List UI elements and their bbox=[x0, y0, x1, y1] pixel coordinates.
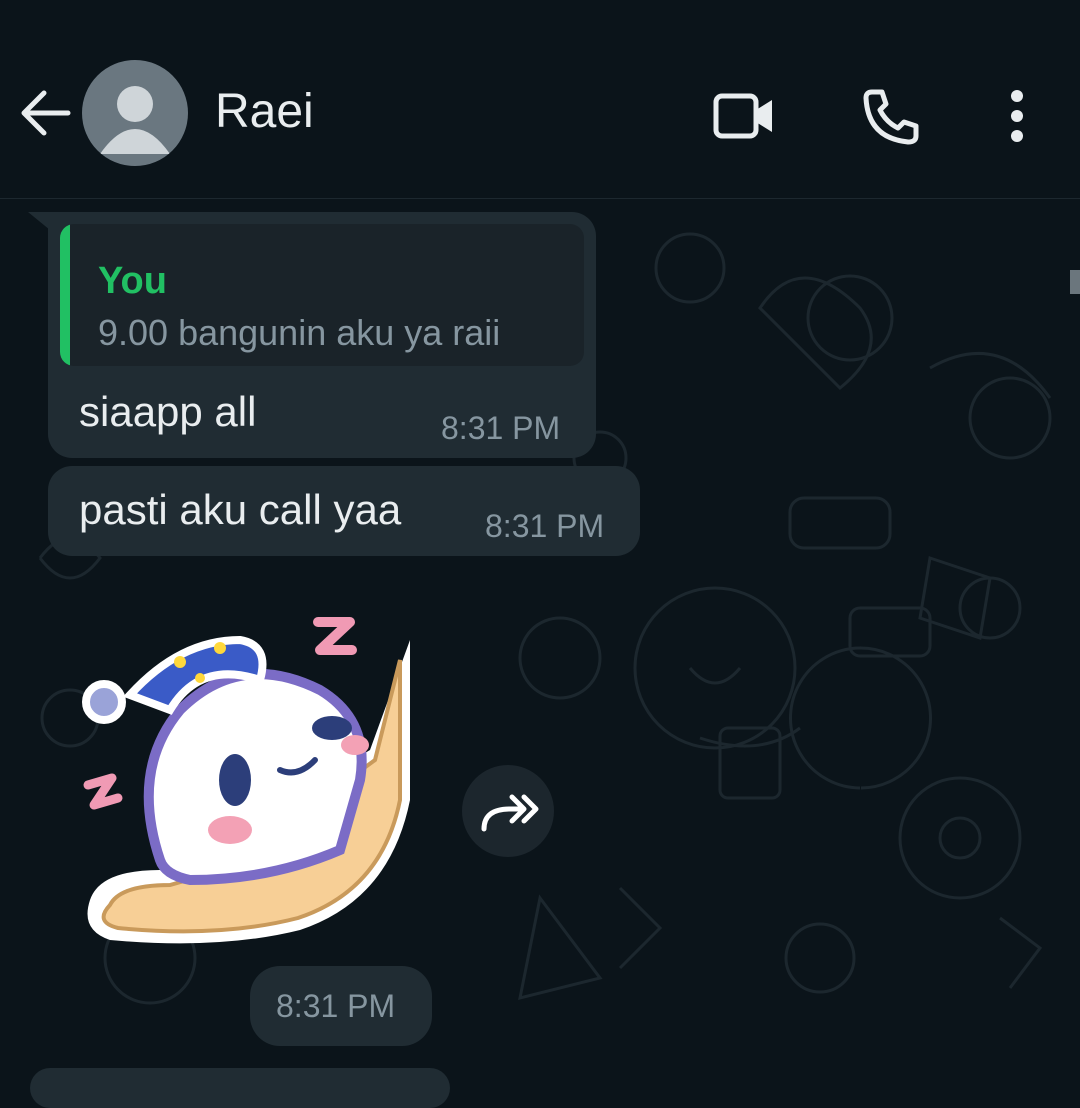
video-call-icon bbox=[713, 93, 772, 139]
quoted-message[interactable]: You 9.00 bangunin aku ya raii bbox=[60, 224, 584, 366]
scrollbar[interactable] bbox=[1070, 270, 1080, 294]
quoted-author: You bbox=[98, 260, 167, 302]
message-time: 8:31 PM bbox=[276, 988, 396, 1024]
voice-call-button[interactable] bbox=[860, 84, 924, 148]
sticker-time-badge: 8:31 PM bbox=[250, 966, 432, 1046]
back-arrow-icon bbox=[21, 90, 71, 136]
forward-button[interactable] bbox=[462, 765, 554, 857]
message-bubble[interactable]: pasti aku call yaa 8:31 PM bbox=[48, 466, 640, 556]
message-bubble[interactable]: You 9.00 bangunin aku ya raii siaapp all… bbox=[48, 212, 596, 458]
message-text: siaapp all bbox=[79, 388, 257, 435]
chat-header: Raei bbox=[0, 0, 1080, 199]
contact-name[interactable]: Raei bbox=[215, 84, 314, 139]
sleeping-ghost-sticker[interactable] bbox=[70, 600, 430, 960]
quoted-text: 9.00 bangunin aku ya raii bbox=[98, 312, 501, 353]
message-time: 8:31 PM bbox=[485, 508, 605, 544]
forward-icon bbox=[481, 794, 539, 832]
message-bubble-partial[interactable] bbox=[30, 1068, 450, 1108]
back-button[interactable] bbox=[18, 85, 74, 141]
avatar-placeholder-icon bbox=[100, 86, 170, 154]
ghost-sticker-image bbox=[82, 617, 410, 944]
voice-call-icon bbox=[863, 89, 919, 145]
more-options-icon bbox=[1011, 90, 1023, 142]
message-time: 8:31 PM bbox=[441, 410, 561, 446]
avatar[interactable] bbox=[82, 60, 188, 166]
bubble-tail bbox=[28, 212, 50, 230]
quote-accent-bar bbox=[60, 224, 70, 366]
message-text: pasti aku call yaa bbox=[79, 486, 402, 533]
video-call-button[interactable] bbox=[712, 84, 776, 148]
more-options-button[interactable] bbox=[990, 84, 1044, 148]
